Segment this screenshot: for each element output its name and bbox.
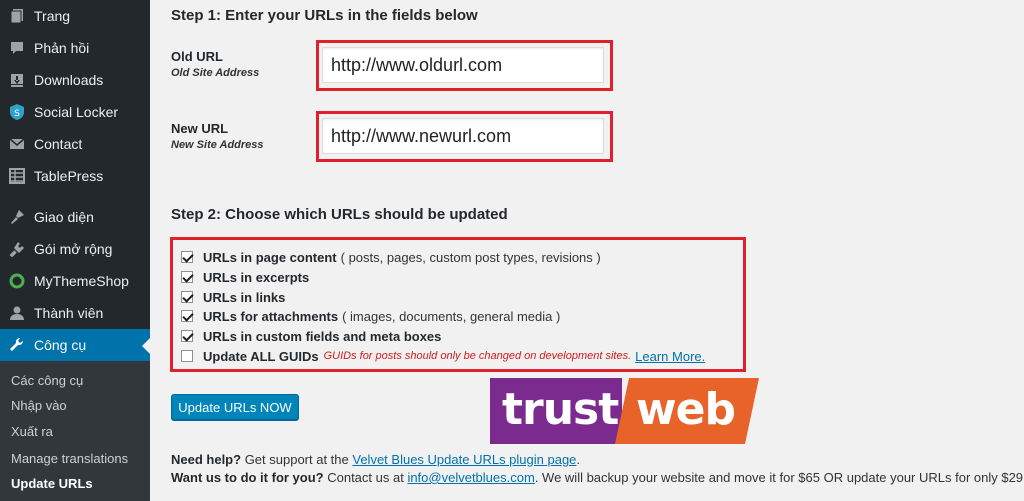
step1-heading: Step 1: Enter your URLs in the fields be… xyxy=(171,7,478,24)
hire-strong: Want us to do it for you? xyxy=(171,470,324,485)
step2-heading: Step 2: Choose which URLs should be upda… xyxy=(171,206,508,223)
sidebar-item-label: Gói mở rộng xyxy=(34,241,113,257)
option-label: URLs in custom fields and meta boxes xyxy=(203,328,442,344)
appearance-icon xyxy=(0,209,34,225)
wrench-icon xyxy=(0,337,34,353)
trustweb-logo: trust web xyxy=(490,378,760,444)
shield-icon: S xyxy=(0,103,34,121)
users-icon xyxy=(0,305,34,321)
option-links: URLs in links xyxy=(181,288,285,306)
download-icon xyxy=(0,72,34,88)
old-url-input[interactable] xyxy=(322,47,604,83)
help-strong: Need help? xyxy=(171,452,242,467)
plugins-icon xyxy=(0,241,34,257)
option-custom-fields: URLs in custom fields and meta boxes xyxy=(181,327,441,345)
help-text: Get support at the xyxy=(241,452,353,467)
option-label: URLs for attachments xyxy=(203,308,339,324)
submenu-item-tools[interactable]: Các công cụ xyxy=(11,373,83,388)
mythemeshop-icon xyxy=(0,273,34,289)
option-label: Update ALL GUIDs xyxy=(203,348,319,364)
sidebar-item-label: MyThemeShop xyxy=(34,273,129,289)
logo-text-web: web xyxy=(636,384,736,435)
option-attachments: URLs for attachments ( images, documents… xyxy=(181,307,560,325)
sidebar-item-label: Trang xyxy=(34,8,71,24)
pages-icon xyxy=(0,8,34,24)
email-link[interactable]: info@velvetblues.com xyxy=(407,470,534,485)
sidebar-item-label: Social Locker xyxy=(34,104,119,120)
help-end: . xyxy=(576,452,581,467)
hire-text: Contact us at xyxy=(323,470,408,485)
submenu-item-update-urls[interactable]: Update URLs xyxy=(11,476,93,491)
update-urls-button[interactable]: Update URLs NOW xyxy=(171,394,299,420)
table-icon xyxy=(0,168,34,184)
new-url-label: New URL xyxy=(171,121,229,136)
sidebar-item-contact[interactable]: Contact xyxy=(0,128,150,160)
comments-icon xyxy=(0,40,34,56)
submenu-item-manage-translations[interactable]: Manage translations xyxy=(11,451,128,466)
sidebar-item-comments[interactable]: Phản hồi xyxy=(0,32,150,64)
sidebar-item-mythemeshop[interactable]: MyThemeShop xyxy=(0,265,150,297)
checkbox-guids[interactable] xyxy=(181,350,193,362)
new-url-sublabel: New Site Address xyxy=(171,139,264,151)
old-url-sublabel: Old Site Address xyxy=(171,67,260,79)
sidebar-item-label: Công cụ xyxy=(34,337,87,353)
option-page-content: URLs in page content ( posts, pages, cus… xyxy=(181,248,601,266)
logo-text-trust: trust xyxy=(502,384,619,435)
option-label: URLs in excerpts xyxy=(203,269,310,285)
sidebar-item-tablepress[interactable]: TablePress xyxy=(0,160,150,192)
checkbox-attachments[interactable] xyxy=(181,310,193,322)
checkbox-links[interactable] xyxy=(181,291,193,303)
svg-text:S: S xyxy=(14,109,20,119)
sidebar-item-label: Thành viên xyxy=(34,305,104,321)
guid-warning: GUIDs for posts should only be changed o… xyxy=(323,350,632,362)
checkbox-custom-fields[interactable] xyxy=(181,330,193,342)
checkbox-excerpts[interactable] xyxy=(181,271,193,283)
admin-sidebar: Trang Phản hồi Downloads S Social Locker… xyxy=(0,0,150,501)
sidebar-item-tools[interactable]: Công cụ xyxy=(0,329,150,361)
option-description: ( images, documents, general media ) xyxy=(342,308,561,324)
learn-more-link[interactable]: Learn More. xyxy=(635,349,705,364)
tools-submenu: Các công cụ Nhập vào Xuất ra Manage tran… xyxy=(0,361,150,501)
option-excerpts: URLs in excerpts xyxy=(181,268,309,286)
hire-text-end: . We will backup your website and move i… xyxy=(534,470,1024,485)
sidebar-item-label: Giao diện xyxy=(34,209,94,225)
sidebar-item-users[interactable]: Thành viên xyxy=(0,297,150,329)
option-guids: Update ALL GUIDs GUIDs for posts should … xyxy=(181,347,705,365)
main-content: Step 1: Enter your URLs in the fields be… xyxy=(150,0,1024,501)
sidebar-item-plugins[interactable]: Gói mở rộng xyxy=(0,233,150,265)
submenu-item-import[interactable]: Nhập vào xyxy=(11,398,67,413)
sidebar-item-label: TablePress xyxy=(34,168,104,184)
sidebar-item-label: Contact xyxy=(34,136,83,152)
sidebar-item-label: Phản hồi xyxy=(34,40,90,56)
help-line: Need help? Get support at the Velvet Blu… xyxy=(171,452,580,467)
sidebar-item-trang[interactable]: Trang xyxy=(0,0,150,32)
option-description: ( posts, pages, custom post types, revis… xyxy=(340,249,601,265)
sidebar-item-label: Downloads xyxy=(34,72,104,88)
submenu-item-export[interactable]: Xuất ra xyxy=(11,424,53,439)
sidebar-item-downloads[interactable]: Downloads xyxy=(0,64,150,96)
option-label: URLs in page content xyxy=(203,249,337,265)
sidebar-item-social-locker[interactable]: S Social Locker xyxy=(0,96,150,128)
new-url-input[interactable] xyxy=(322,118,604,154)
checkbox-page-content[interactable] xyxy=(181,251,193,263)
hire-line: Want us to do it for you? Contact us at … xyxy=(171,470,1024,485)
support-link[interactable]: Velvet Blues Update URLs plugin page xyxy=(352,452,576,467)
old-url-label: Old URL xyxy=(171,49,223,64)
mail-icon xyxy=(0,136,34,152)
sidebar-item-appearance[interactable]: Giao diện xyxy=(0,201,150,233)
option-label: URLs in links xyxy=(203,289,286,305)
